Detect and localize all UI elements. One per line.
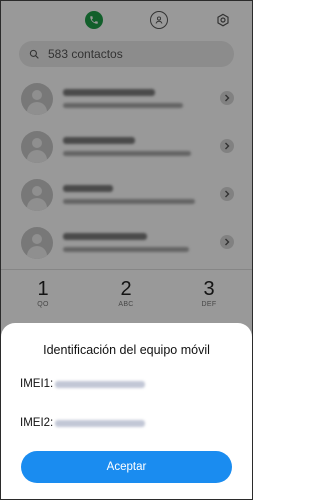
- imei-dialog: Identificación del equipo móvil IMEI1: I…: [1, 323, 252, 499]
- imei2-label: IMEI2:: [20, 417, 54, 429]
- imei1-row: IMEI1:: [20, 376, 146, 392]
- accept-button[interactable]: Aceptar: [21, 451, 232, 483]
- imei1-label: IMEI1:: [20, 378, 54, 390]
- dialog-title: Identificación del equipo móvil: [43, 343, 210, 357]
- imei2-row: IMEI2:: [20, 415, 146, 431]
- imei2-value-redacted: [55, 419, 146, 427]
- imei1-value-redacted: [55, 380, 146, 388]
- phone-screen: 583 contactos 1 QO 2 ABC 3 DEF Identific…: [0, 0, 253, 500]
